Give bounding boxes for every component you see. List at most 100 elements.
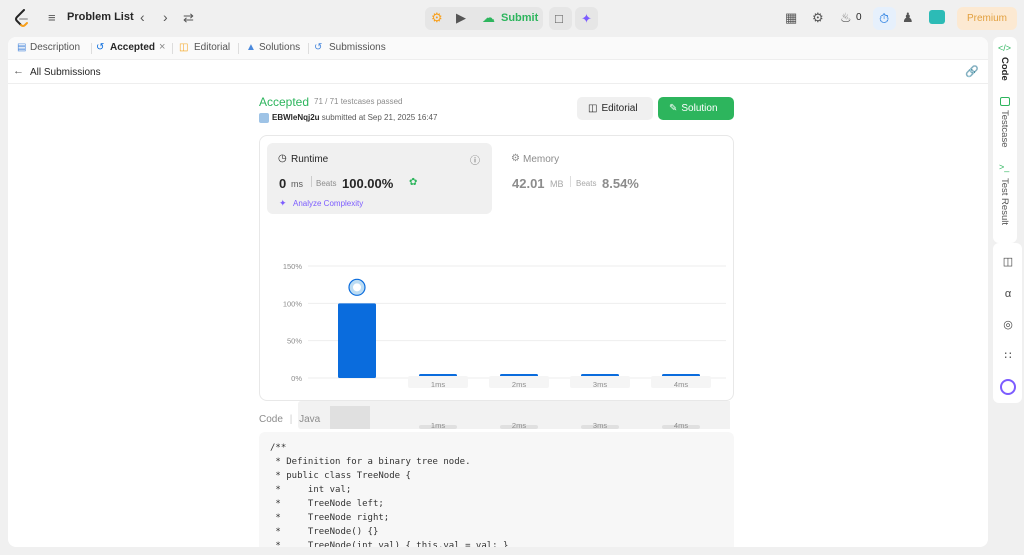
tab-solutions[interactable]: Solutions: [259, 42, 300, 53]
testcases-passed: 71 / 71 testcases passed: [314, 97, 403, 106]
brush-tick-label: 2ms: [512, 421, 526, 430]
x-tick-label: 2ms: [512, 380, 526, 389]
run-icon[interactable]: ▶: [456, 10, 466, 26]
x-tick-label: 3ms: [593, 380, 607, 389]
description-icon: ▤: [17, 42, 27, 53]
tab-submissions[interactable]: Submissions: [329, 42, 386, 53]
translate-icon[interactable]: α: [1001, 287, 1015, 301]
editorial-button-label: Editorial: [601, 103, 638, 114]
tab-code[interactable]: Code: [999, 57, 1010, 81]
y-tick-label: 150%: [283, 262, 303, 271]
history-icon: ↺: [96, 42, 105, 53]
flame-icon[interactable]: ♨: [840, 10, 852, 26]
code-header: Code | Java: [259, 414, 320, 425]
runtime-unit: ms: [291, 179, 303, 189]
timer-icon: ⏱: [879, 11, 890, 26]
memory-unit: MB: [550, 179, 564, 189]
clock-icon: ◷: [278, 153, 287, 164]
all-submissions-link[interactable]: All Submissions: [30, 67, 101, 78]
back-row: ← All Submissions 🔗: [8, 60, 988, 84]
book-icon: ◫: [588, 103, 598, 114]
add-user-icon[interactable]: ♟: [902, 10, 914, 26]
right-panel-tabs: </> Code Testcase >_ Test Result: [993, 37, 1017, 243]
memory-title: Memory: [523, 154, 560, 165]
badge-icon: ✿: [409, 177, 418, 188]
runtime-value: 0: [279, 176, 287, 191]
x-tick-label: 1ms: [431, 380, 445, 389]
brush-handle: [330, 406, 370, 429]
submit-button[interactable]: Submit: [501, 12, 538, 24]
username[interactable]: EBWleNqj2u: [272, 113, 320, 122]
code-language: Java: [299, 414, 321, 425]
debug-icon[interactable]: ⚙: [431, 10, 443, 26]
runtime-title: Runtime: [291, 154, 329, 165]
problem-list-icon[interactable]: ≡: [48, 10, 56, 25]
runtime-beats-value: 100.00%: [342, 176, 394, 191]
avatar[interactable]: [929, 10, 945, 24]
runtime-distribution-chart[interactable]: 150% 100% 50% 0% 1ms 2ms 3ms 4ms 1ms 2ms 3ms 4ms: [260, 215, 730, 435]
checkbox-icon: [1000, 97, 1010, 106]
divider: |: [289, 414, 293, 425]
premium-button[interactable]: Premium: [957, 7, 1017, 30]
sparkle-icon: ✦: [581, 11, 592, 26]
runtime-box[interactable]: ◷ Runtime ⓘ 0 ms Beats 100.00% ✿ ✦ Analy…: [267, 143, 492, 214]
tab-accepted[interactable]: Accepted: [110, 42, 155, 53]
chevron-right-icon[interactable]: ›: [163, 9, 168, 25]
solution-button[interactable]: ✎ Solution: [658, 97, 734, 120]
brush-tick-label: 1ms: [431, 421, 445, 430]
terminal-icon: >_: [999, 162, 1010, 172]
code-line: * public class TreeNode {: [270, 471, 411, 481]
cloud-upload-icon[interactable]: ☁: [482, 10, 495, 26]
sparkle-icon: ✦: [279, 198, 287, 208]
history-icon: ↺: [314, 42, 323, 53]
code-icon: </>: [998, 43, 1012, 53]
shuffle-icon[interactable]: ⇄: [183, 10, 194, 26]
chart-bar[interactable]: [338, 303, 376, 378]
right-toolbar: ◫ α ◎ ∷: [993, 243, 1022, 403]
memory-chip-icon: ⚙: [511, 153, 520, 164]
note-icon: □: [555, 11, 563, 26]
analyze-complexity-link[interactable]: Analyze Complexity: [293, 199, 363, 208]
gear-icon[interactable]: ⚙: [812, 10, 824, 26]
code-line: * TreeNode(int val) { this.val = val; }: [270, 541, 509, 547]
problem-list-link[interactable]: Problem List: [67, 11, 134, 23]
chevron-left-icon[interactable]: ‹: [140, 9, 145, 25]
tab-test-result[interactable]: Test Result: [999, 178, 1010, 225]
y-tick-label: 100%: [283, 299, 303, 308]
arrow-left-icon[interactable]: ←: [13, 65, 24, 77]
solution-button-label: Solution: [681, 103, 718, 114]
tab-divider: [172, 43, 173, 54]
code-label: Code: [259, 414, 283, 425]
info-icon[interactable]: ⓘ: [470, 152, 480, 167]
link-icon[interactable]: 🔗: [965, 65, 979, 78]
brush-tick-label: 3ms: [593, 421, 607, 430]
book-icon[interactable]: ◫: [1001, 255, 1015, 269]
timer-button[interactable]: ⏱: [873, 7, 896, 30]
tab-description[interactable]: Description: [30, 42, 80, 53]
assistant-icon[interactable]: [1000, 379, 1016, 395]
leetcode-logo[interactable]: [14, 9, 30, 27]
tab-editorial[interactable]: Editorial: [194, 42, 230, 53]
memory-beats-value: 8.54%: [602, 176, 639, 191]
apps-icon[interactable]: ∷: [1001, 349, 1015, 363]
notes-button[interactable]: □: [549, 7, 572, 30]
y-tick-label: 0%: [291, 374, 302, 383]
close-icon[interactable]: ×: [159, 41, 165, 53]
memory-box[interactable]: ⚙ Memory 42.01 MB Beats 8.54%: [504, 143, 729, 214]
code-viewer[interactable]: /** * Definition for a binary tree node.…: [259, 432, 734, 547]
editorial-button[interactable]: ◫ Editorial: [577, 97, 653, 120]
code-line: * TreeNode left;: [270, 499, 384, 509]
ai-button[interactable]: ✦: [575, 7, 598, 30]
tab-testcase[interactable]: Testcase: [999, 110, 1010, 148]
code-line: * int val;: [270, 485, 352, 495]
code-line: * Definition for a binary tree node.: [270, 457, 471, 467]
divider: [570, 176, 571, 187]
streak-count: 0: [856, 12, 862, 23]
status-accepted: Accepted: [259, 95, 310, 109]
book-icon: ◫: [179, 42, 189, 53]
avatar: [259, 113, 269, 123]
podcast-icon[interactable]: ◎: [1001, 318, 1015, 332]
layout-icon[interactable]: ▦: [785, 10, 797, 26]
divider: [311, 176, 312, 187]
runtime-beats-label: Beats: [316, 179, 337, 188]
